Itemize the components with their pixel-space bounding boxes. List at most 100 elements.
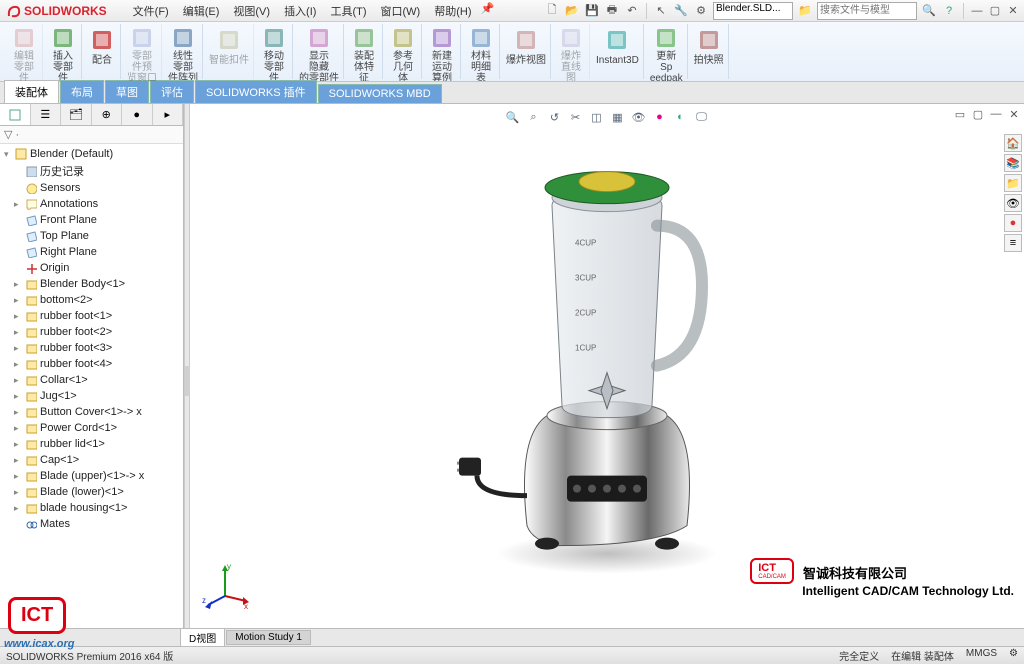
tree-item[interactable]: ▸Power Cord<1>: [0, 420, 183, 436]
tab-0[interactable]: 装配体: [4, 80, 59, 103]
ribbon-show-hidden[interactable]: 显示隐藏的零部件: [295, 24, 344, 79]
doc-max-icon[interactable]: ▢: [970, 106, 986, 122]
ribbon-linear-pattern[interactable]: 线性零部件阵列: [164, 24, 203, 79]
ribbon-snapshot[interactable]: 拍快照: [690, 24, 729, 79]
ribbon-ref-geom[interactable]: 参考几何体: [385, 24, 422, 79]
ribbon-instant3d[interactable]: Instant3D: [592, 24, 644, 79]
tree-item[interactable]: Right Plane: [0, 244, 183, 260]
menu-window[interactable]: 窗口(W): [375, 1, 427, 21]
fm-display-tab-icon[interactable]: ●: [122, 104, 153, 125]
menu-insert[interactable]: 插入(I): [278, 1, 322, 21]
menu-tools[interactable]: 工具(T): [324, 1, 372, 21]
tree-item[interactable]: ▸Collar<1>: [0, 372, 183, 388]
doc-min-icon[interactable]: ▭: [952, 106, 968, 122]
ribbon-mate[interactable]: 配合: [84, 24, 121, 79]
tree-item[interactable]: ▸bottom<2>: [0, 292, 183, 308]
taskpane-prop-icon[interactable]: ≡: [1004, 234, 1022, 252]
tree-item[interactable]: Origin: [0, 260, 183, 276]
undo-icon[interactable]: ↶: [624, 3, 640, 19]
tree-item[interactable]: ▸Button Cover<1>-> x: [0, 404, 183, 420]
tree-root[interactable]: ▾ Blender (Default): [0, 146, 183, 162]
save-icon[interactable]: 💾: [584, 3, 600, 19]
tree-item[interactable]: ▸rubber foot<3>: [0, 340, 183, 356]
tab-1[interactable]: 布局: [60, 80, 104, 103]
tree-item[interactable]: ▸Cap<1>: [0, 452, 183, 468]
taskpane-appear-icon[interactable]: ●: [1004, 214, 1022, 232]
document-name[interactable]: Blender.SLD...: [713, 2, 793, 20]
minimize-icon[interactable]: —: [970, 4, 984, 18]
ribbon-bom[interactable]: 材料明细表: [463, 24, 500, 79]
tree-item[interactable]: ▸Blender Body<1>: [0, 276, 183, 292]
tree-item[interactable]: Front Plane: [0, 212, 183, 228]
tree-item[interactable]: Sensors: [0, 180, 183, 196]
ribbon-insert-comp[interactable]: 插入零部件: [45, 24, 82, 79]
fm-config-tab-icon[interactable]: 🗂: [61, 104, 92, 125]
tree-item[interactable]: Top Plane: [0, 228, 183, 244]
tree-item[interactable]: Mates: [0, 516, 183, 532]
menu-edit[interactable]: 编辑(E): [177, 1, 226, 21]
ribbon-speedpak[interactable]: 更新Speedpak: [646, 24, 688, 79]
options-icon[interactable]: ⚙: [693, 3, 709, 19]
prev-view-icon[interactable]: ↺: [546, 108, 564, 126]
taskpane-home-icon[interactable]: 🏠: [1004, 134, 1022, 152]
view-settings-icon[interactable]: 🖵: [693, 108, 711, 126]
hide-show-icon[interactable]: 👁: [630, 108, 648, 126]
tree-item[interactable]: ▸Annotations: [0, 196, 183, 212]
tab-2[interactable]: 草图: [105, 80, 149, 103]
menu-file[interactable]: 文件(F): [127, 1, 175, 21]
tree-item[interactable]: 历史记录: [0, 162, 183, 180]
fm-property-tab-icon[interactable]: ☰: [31, 104, 62, 125]
ribbon-motion[interactable]: 新建运动算例: [424, 24, 461, 79]
bottom-tab-model[interactable]: D视图: [180, 628, 225, 647]
browse-icon[interactable]: 📁: [797, 3, 813, 19]
ribbon-explode[interactable]: 爆炸视图: [502, 24, 551, 79]
fm-overflow-icon[interactable]: ▸: [153, 104, 184, 125]
menu-help[interactable]: 帮助(H): [428, 1, 477, 21]
taskpane-file-icon[interactable]: 📁: [1004, 174, 1022, 192]
ribbon-asm-feature[interactable]: 装配体特征: [346, 24, 383, 79]
tree-item[interactable]: ▸rubber foot<4>: [0, 356, 183, 372]
close-icon[interactable]: ✕: [1006, 4, 1020, 18]
tree-item[interactable]: ▸Blade (lower)<1>: [0, 484, 183, 500]
bottom-tab-motion[interactable]: Motion Study 1: [226, 630, 311, 645]
taskpane-lib-icon[interactable]: 📚: [1004, 154, 1022, 172]
graphics-viewport[interactable]: ▭ ▢ — ✕ 🔍 ⌕ ↺ ✂ ◫ ▦ 👁 ● ◐ 🖵 🏠 📚 📁 👁 ● ≡: [190, 104, 1024, 628]
print-icon[interactable]: 🖶: [604, 3, 620, 19]
view-orient-icon[interactable]: ◫: [588, 108, 606, 126]
scene-icon[interactable]: ◐: [672, 108, 690, 126]
fm-dim-tab-icon[interactable]: ⊕: [92, 104, 123, 125]
taskpane-view-icon[interactable]: 👁: [1004, 194, 1022, 212]
tab-4[interactable]: SOLIDWORKS 插件: [195, 80, 317, 103]
section-view-icon[interactable]: ✂: [567, 108, 585, 126]
search-icon[interactable]: 🔍: [921, 3, 937, 19]
search-input[interactable]: [817, 2, 917, 20]
zoom-fit-icon[interactable]: 🔍: [504, 108, 522, 126]
tab-3[interactable]: 评估: [150, 80, 194, 103]
tree-item[interactable]: ▸Jug<1>: [0, 388, 183, 404]
tree-item[interactable]: ▸rubber foot<2>: [0, 324, 183, 340]
rebuild-icon[interactable]: 🔧: [673, 3, 689, 19]
zoom-area-icon[interactable]: ⌕: [525, 108, 543, 126]
tree-item[interactable]: ▸rubber lid<1>: [0, 436, 183, 452]
display-style-icon[interactable]: ▦: [609, 108, 627, 126]
tree-item[interactable]: ▸blade housing<1>: [0, 500, 183, 516]
menu-pin-icon[interactable]: 📌: [480, 1, 496, 17]
status-units[interactable]: MMGS: [966, 648, 997, 663]
tree-item[interactable]: ▸rubber foot<1>: [0, 308, 183, 324]
menu-view[interactable]: 视图(V): [227, 1, 276, 21]
help-icon[interactable]: ?: [941, 3, 957, 19]
tree-item[interactable]: ▸Blade (upper)<1>-> x: [0, 468, 183, 484]
tab-5[interactable]: SOLIDWORKS MBD: [318, 84, 442, 103]
appearance-icon[interactable]: ●: [651, 108, 669, 126]
maximize-icon[interactable]: ▢: [988, 4, 1002, 18]
ribbon-move-comp[interactable]: 移动零部件: [256, 24, 293, 79]
tree-filter[interactable]: ▽ ·: [0, 126, 183, 144]
open-doc-icon[interactable]: 📂: [564, 3, 580, 19]
fm-tree-tab-icon[interactable]: [0, 104, 31, 125]
new-doc-icon[interactable]: 🗋: [544, 3, 560, 19]
orientation-triad[interactable]: y x z: [200, 561, 250, 614]
select-icon[interactable]: ↖: [653, 3, 669, 19]
status-extras-icon[interactable]: ⚙: [1009, 648, 1018, 663]
doc-close-icon[interactable]: ✕: [1006, 106, 1022, 122]
doc-restore-icon[interactable]: —: [988, 106, 1004, 122]
